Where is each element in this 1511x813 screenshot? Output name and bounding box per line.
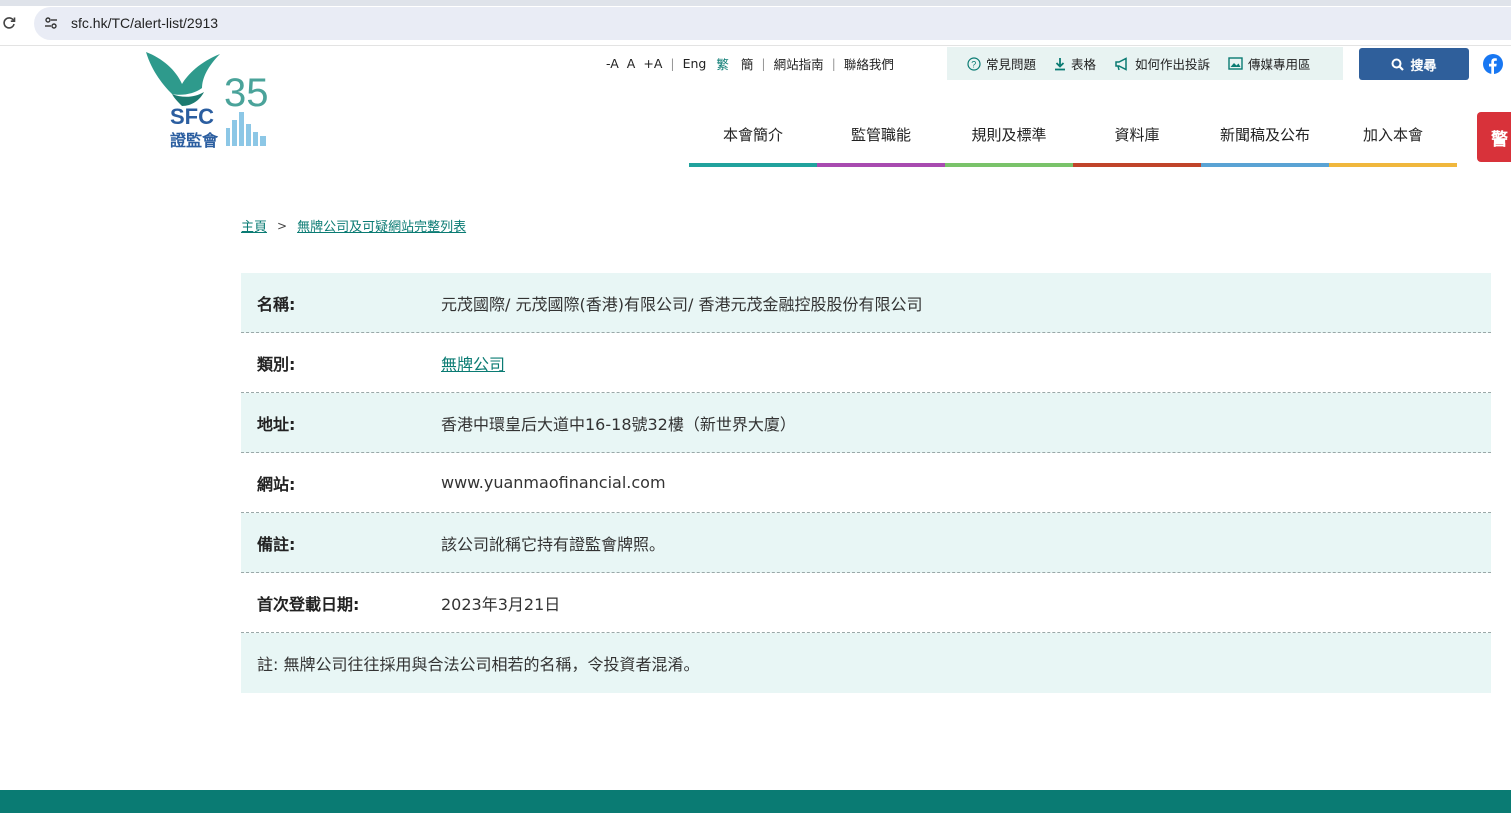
name-value: 元茂國際/ 元茂國際(香港)有限公司/ 香港元茂金融控股股份有限公司 xyxy=(441,294,923,314)
alert-detail-table: 名稱: 元茂國際/ 元茂國際(香港)有限公司/ 香港元茂金融控股股份有限公司 類… xyxy=(241,273,1491,693)
font-increase-button[interactable]: +A xyxy=(643,56,662,71)
site-guide-link[interactable]: 網站指南 xyxy=(774,54,824,73)
nav-regulatory-functions[interactable]: 監管職能 xyxy=(817,112,945,167)
remarks-label: 備註: xyxy=(257,534,296,554)
detail-row-remarks: 備註: 該公司訛稱它持有證監會牌照。 xyxy=(241,513,1491,573)
detail-row-category: 類別: 無牌公司 xyxy=(241,333,1491,393)
media-label: 傳媒專用區 xyxy=(1248,57,1311,72)
footer xyxy=(0,790,1511,813)
separator: | xyxy=(761,55,766,71)
website-value: www.yuanmaofinancial.com xyxy=(441,473,666,492)
address-bar[interactable]: sfc.hk/TC/alert-list/2913 xyxy=(34,7,1511,40)
detail-row-first-published: 首次登載日期: 2023年3月21日 xyxy=(241,573,1491,633)
remarks-value: 該公司訛稱它持有證監會牌照。 xyxy=(441,534,666,554)
complaint-link[interactable]: 如何作出投訴 xyxy=(1114,54,1210,73)
breadcrumb-alert-list-link[interactable]: 無牌公司及可疑網站完整列表 xyxy=(297,216,466,235)
detail-row-name: 名稱: 元茂國際/ 元茂國際(香港)有限公司/ 香港元茂金融控股股份有限公司 xyxy=(241,273,1491,333)
breadcrumb-home-link[interactable]: 主頁 xyxy=(241,216,267,235)
faq-link[interactable]: ? 常見問題 xyxy=(967,54,1036,73)
website-label: 網站: xyxy=(257,474,296,494)
faq-label: 常見問題 xyxy=(986,57,1037,72)
address-label: 地址: xyxy=(257,414,296,434)
forms-label: 表格 xyxy=(1071,57,1097,72)
address-value: 香港中環皇后大道中16-18號32樓（新世界大廈） xyxy=(441,414,796,434)
first-published-label: 首次登載日期: xyxy=(257,594,360,614)
lang-english-link[interactable]: Eng xyxy=(683,56,707,71)
detail-row-website: 網站: www.yuanmaofinancial.com xyxy=(241,453,1491,513)
name-label: 名稱: xyxy=(257,294,296,314)
quick-links-bar: ? 常見問題 表格 如何作出投訴 傳媒專用區 xyxy=(947,47,1343,80)
megaphone-icon xyxy=(1115,56,1127,71)
question-icon: ? xyxy=(967,56,981,71)
svg-text:證監會: 證監會 xyxy=(170,131,219,150)
nav-rules-standards[interactable]: 規則及標準 xyxy=(945,112,1073,167)
nav-database[interactable]: 資料庫 xyxy=(1073,112,1201,167)
nav-news[interactable]: 新聞稿及公布 xyxy=(1201,112,1329,167)
svg-text:?: ? xyxy=(971,59,976,69)
separator: | xyxy=(670,55,675,71)
utility-bar: -A A +A | Eng 繁 簡 | 網站指南 | 聯絡我們 xyxy=(606,52,894,74)
font-decrease-button[interactable]: -A xyxy=(606,56,619,71)
reload-icon[interactable] xyxy=(2,16,16,30)
media-link[interactable]: 傳媒專用區 xyxy=(1228,54,1311,73)
disclaimer-note: 註: 無牌公司往往採用與合法公司相若的名稱，令投資者混淆。 xyxy=(257,655,700,674)
detail-row-address: 地址: 香港中環皇后大道中16-18號32樓（新世界大廈） xyxy=(241,393,1491,453)
tab-strip xyxy=(0,0,1511,6)
category-label: 類別: xyxy=(257,354,296,374)
nav-careers[interactable]: 加入本會 xyxy=(1329,112,1457,167)
url-text: sfc.hk/TC/alert-list/2913 xyxy=(71,15,219,31)
nav-about[interactable]: 本會簡介 xyxy=(689,112,817,167)
svg-text:35: 35 xyxy=(224,71,269,115)
lang-traditional-link[interactable]: 繁 xyxy=(716,54,729,73)
download-icon xyxy=(1055,57,1066,70)
search-icon xyxy=(1391,58,1405,71)
detail-row-note: 註: 無牌公司往往採用與合法公司相若的名稱，令投資者混淆。 xyxy=(241,633,1491,693)
svg-text:SFC: SFC xyxy=(170,104,214,129)
main-nav: 本會簡介 監管職能 規則及標準 資料庫 新聞稿及公布 加入本會 xyxy=(689,112,1457,167)
first-published-value: 2023年3月21日 xyxy=(441,594,561,614)
search-label: 搜尋 xyxy=(1410,58,1437,74)
forms-link[interactable]: 表格 xyxy=(1054,54,1096,73)
font-normal-button[interactable]: A xyxy=(627,56,636,71)
category-link[interactable]: 無牌公司 xyxy=(441,351,505,375)
separator: | xyxy=(831,55,836,71)
site-info-icon[interactable] xyxy=(44,16,58,30)
breadcrumb: 主頁 > 無牌公司及可疑網站完整列表 xyxy=(241,216,466,236)
alert-tab[interactable]: 警 xyxy=(1477,112,1511,162)
breadcrumb-separator: > xyxy=(277,218,288,233)
complaint-label: 如何作出投訴 xyxy=(1135,57,1211,72)
contact-link[interactable]: 聯絡我們 xyxy=(844,54,894,73)
image-icon xyxy=(1228,57,1243,70)
lang-simplified-link[interactable]: 簡 xyxy=(741,54,754,73)
facebook-icon[interactable] xyxy=(1483,54,1503,74)
browser-toolbar: sfc.hk/TC/alert-list/2913 xyxy=(0,0,1511,46)
sfc-logo[interactable]: 35 SFC 證監會 xyxy=(142,48,287,152)
search-button[interactable]: 搜尋 xyxy=(1359,48,1469,80)
